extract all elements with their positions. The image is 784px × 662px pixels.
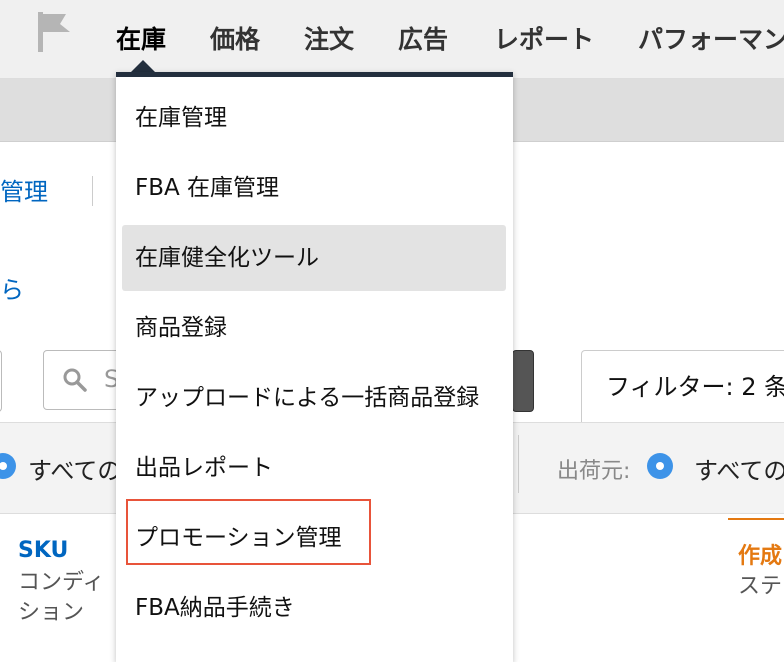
nav-item-advertising[interactable]: 広告	[398, 20, 448, 56]
inventory-dropdown-menu: 在庫管理 FBA 在庫管理 在庫健全化ツール 商品登録 アップロードによる一括商…	[116, 72, 513, 662]
dropdown-caret	[131, 60, 155, 72]
tab-manage-partial[interactable]: 管理	[0, 172, 48, 207]
tab-divider	[92, 176, 93, 206]
ship-from-label: 出荷元:	[557, 459, 631, 484]
radio-ship-from-all[interactable]	[647, 453, 673, 479]
filter-label: フィルター: 2 条件	[606, 373, 784, 401]
filter-divider	[518, 435, 519, 493]
nav-item-orders[interactable]: 注文	[304, 20, 354, 56]
flag-icon[interactable]	[36, 10, 76, 54]
column-header-created[interactable]: 作成	[738, 538, 782, 570]
menu-item-add-product[interactable]: 商品登録	[122, 295, 506, 361]
search-icon	[63, 368, 87, 392]
filter-tab[interactable]: フィルター: 2 条件	[581, 350, 784, 422]
search-input[interactable]: S	[43, 350, 123, 410]
column-header-condition[interactable]: コンディション	[18, 568, 118, 628]
left-control-partial[interactable]	[0, 350, 2, 412]
menu-item-bulk-upload[interactable]: アップロードによる一括商品登録	[122, 365, 506, 431]
menu-item-fba-shipment[interactable]: FBA納品手続き	[122, 575, 506, 641]
nav-item-pricing[interactable]: 価格	[210, 20, 260, 56]
radio-all-left[interactable]	[0, 453, 16, 479]
annotation-highlight-box	[126, 499, 371, 565]
partial-link[interactable]: ら	[0, 270, 24, 305]
column-header-sku[interactable]: SKU	[18, 538, 68, 563]
radio-ship-from-all-label: すべての	[694, 457, 784, 485]
search-button[interactable]	[512, 350, 534, 412]
top-navigation-bar: 在庫 価格 注文 広告 レポート パフォーマン	[0, 0, 784, 79]
sort-indicator	[728, 518, 784, 520]
menu-item-fba-inventory-management[interactable]: FBA 在庫管理	[122, 155, 506, 221]
menu-item-inventory-management[interactable]: 在庫管理	[122, 85, 506, 151]
radio-all-left-label: すべての	[28, 457, 122, 485]
nav-item-performance[interactable]: パフォーマン	[638, 20, 784, 56]
column-header-status[interactable]: ステ	[738, 568, 782, 600]
menu-item-inventory-health-tool[interactable]: 在庫健全化ツール	[122, 225, 506, 291]
menu-item-listing-report[interactable]: 出品レポート	[122, 435, 506, 501]
nav-item-reports[interactable]: レポート	[494, 20, 594, 56]
nav-item-inventory[interactable]: 在庫	[116, 20, 166, 56]
